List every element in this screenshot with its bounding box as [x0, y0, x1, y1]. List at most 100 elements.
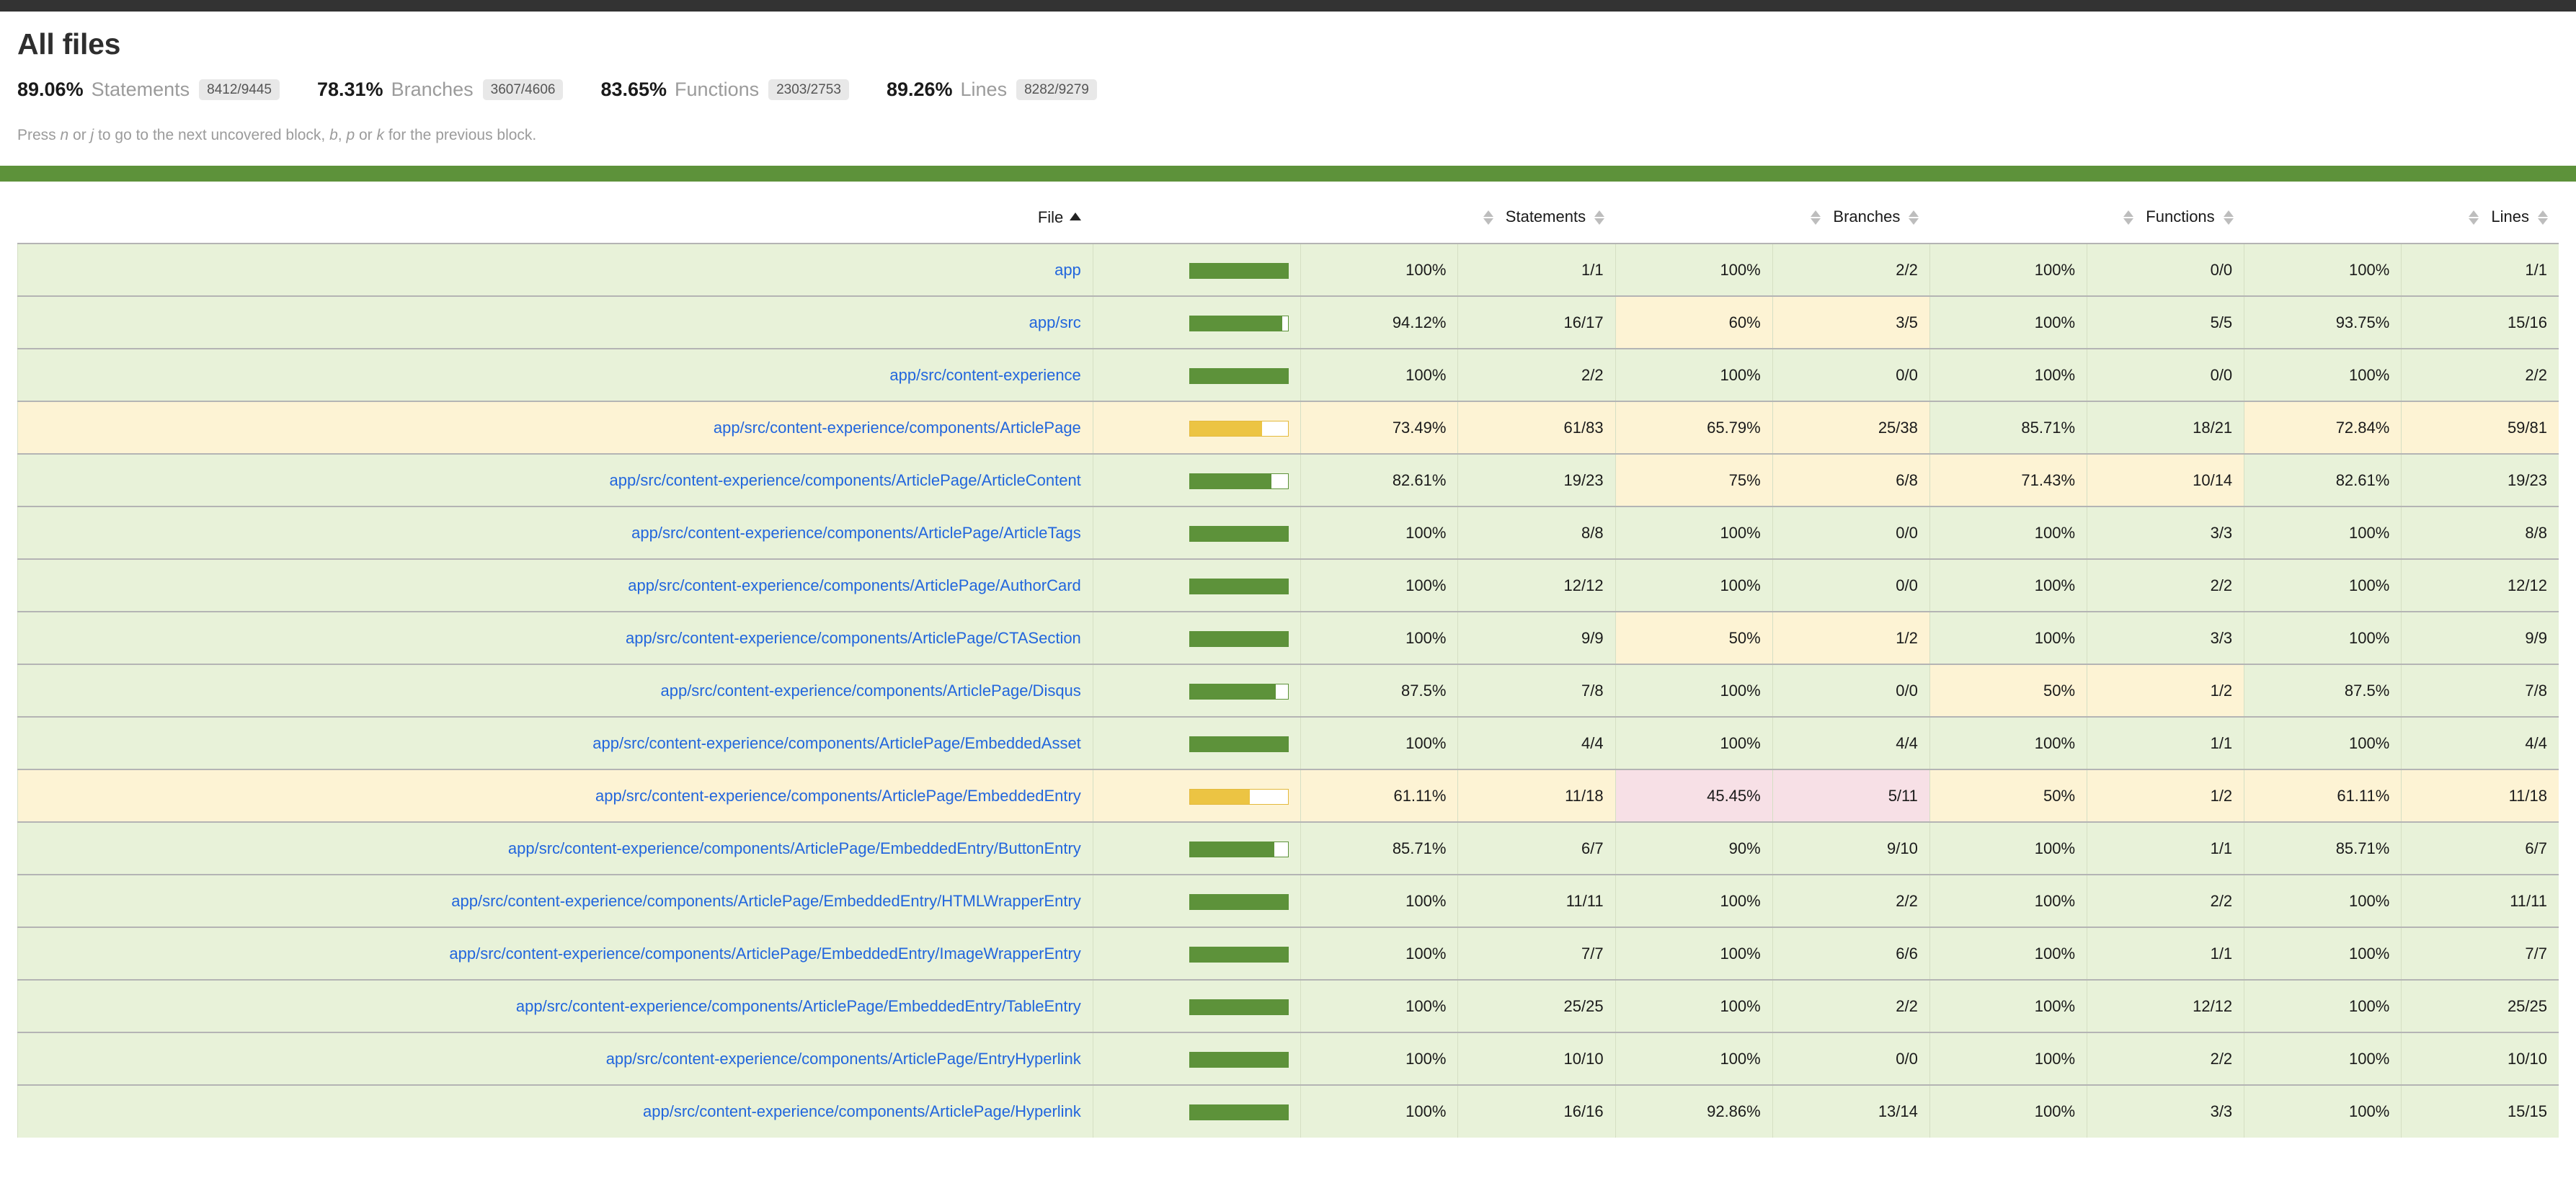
statements-percent-cell: 100%	[1300, 611, 1458, 665]
file-link[interactable]: app/src/content-experience/components/Ar…	[714, 419, 1081, 437]
lines-percent-cell: 87.5%	[2244, 664, 2402, 718]
file-link[interactable]: app/src/content-experience/components/Ar…	[451, 892, 1081, 910]
statements-absolute-cell: 19/23	[1457, 453, 1616, 507]
summary-item-lines: 89.26% Lines 8282/9279	[887, 79, 1097, 101]
table-row: app/src/content-experience/components/Ar…	[17, 453, 2559, 507]
coverage-bar-fill	[1190, 631, 1289, 646]
branches-percent-cell: 100%	[1615, 874, 1773, 928]
statements-percent-cell: 100%	[1300, 1084, 1458, 1138]
file-cell: app/src/content-experience/components/Ar…	[17, 664, 1093, 718]
functions-percent-cell: 100%	[1929, 506, 2087, 560]
column-header-file[interactable]: File	[18, 197, 1093, 244]
coverage-bar-track	[1189, 841, 1289, 857]
coverage-table: File Statements Branches Functions Lines…	[17, 197, 2559, 1138]
table-row: app/src/content-experience/components/Ar…	[17, 664, 2559, 718]
file-link[interactable]: app/src/content-experience/components/Ar…	[516, 997, 1081, 1015]
statements-absolute-cell: 12/12	[1457, 558, 1616, 612]
coverage-bar-track	[1189, 367, 1289, 384]
functions-percent-cell: 50%	[1929, 664, 2087, 718]
file-link[interactable]: app	[1054, 261, 1081, 279]
coverage-bar-track	[1189, 946, 1289, 963]
functions-absolute-cell: 0/0	[2087, 243, 2244, 297]
coverage-bar-track	[1189, 893, 1289, 910]
statements-percent-cell: 73.49%	[1300, 401, 1458, 455]
coverage-bar-track	[1189, 999, 1289, 1015]
lines-percent-cell: 100%	[2244, 611, 2402, 665]
sort-arrows-icon	[2123, 208, 2134, 227]
summary-label: Statements	[91, 79, 190, 100]
table-row: app 100% 1/1 100% 2/2 100% 0/0 100% 1/1	[17, 243, 2559, 297]
branches-percent-cell: 50%	[1615, 611, 1773, 665]
branches-percent-cell: 100%	[1615, 558, 1773, 612]
statements-percent-cell: 100%	[1300, 506, 1458, 560]
coverage-bar-cell	[1092, 243, 1301, 297]
coverage-bar-cell	[1092, 558, 1301, 612]
summary-percent: 83.65%	[600, 79, 667, 100]
functions-absolute-cell: 2/2	[2087, 1032, 2244, 1086]
top-bar	[0, 0, 2576, 12]
file-link[interactable]: app/src/content-experience	[889, 366, 1080, 384]
branches-percent-cell: 100%	[1615, 664, 1773, 718]
branches-percent-cell: 90%	[1615, 821, 1773, 875]
coverage-bar-cell	[1092, 1032, 1301, 1086]
file-link[interactable]: app/src/content-experience/components/Ar…	[449, 945, 1080, 963]
hint-or-1: or	[68, 127, 91, 143]
lines-absolute-cell: 59/81	[2401, 401, 2559, 455]
branches-percent-cell: 75%	[1615, 453, 1773, 507]
branches-absolute-cell: 6/8	[1772, 453, 1930, 507]
statements-absolute-cell: 11/11	[1457, 874, 1616, 928]
lines-percent-cell: 100%	[2244, 1084, 2402, 1138]
summary-label: Functions	[675, 79, 760, 100]
file-link[interactable]: app/src/content-experience/components/Ar…	[606, 1050, 1081, 1068]
coverage-bar-cell	[1092, 821, 1301, 875]
column-header-statements-label: Statements	[1505, 207, 1586, 226]
lines-percent-cell: 100%	[2244, 979, 2402, 1033]
summary-percent: 89.06%	[17, 79, 84, 100]
summary-percent: 78.31%	[316, 79, 383, 100]
coverage-summary: 89.06% Statements 8412/9445 78.31% Branches 3…	[17, 79, 2559, 101]
file-link[interactable]: app/src/content-experience/components/Ar…	[631, 524, 1081, 542]
lines-percent-cell: 100%	[2244, 506, 2402, 560]
coverage-table-body: app 100% 1/1 100% 2/2 100% 0/0 100% 1/1 app/src 94…	[17, 243, 2559, 1138]
file-cell: app/src/content-experience/components/Ar…	[17, 979, 1093, 1033]
statements-absolute-cell: 1/1	[1457, 243, 1616, 297]
column-header-functions[interactable]: Functions	[1929, 197, 2244, 244]
file-link[interactable]: app/src/content-experience/components/Ar…	[643, 1102, 1081, 1120]
file-link[interactable]: app/src/content-experience/components/Ar…	[628, 576, 1081, 594]
column-header-branches[interactable]: Branches	[1615, 197, 1929, 244]
functions-percent-cell: 85.71%	[1929, 401, 2087, 455]
coverage-bar-fill	[1190, 736, 1289, 751]
file-link[interactable]: app/src/content-experience/components/Ar…	[508, 839, 1081, 857]
file-link[interactable]: app/src	[1029, 313, 1081, 331]
branches-percent-cell: 100%	[1615, 716, 1773, 770]
hint-suffix: for the previous block.	[383, 127, 537, 143]
lines-percent-cell: 100%	[2244, 927, 2402, 981]
lines-percent-cell: 72.84%	[2244, 401, 2402, 455]
statements-absolute-cell: 7/7	[1457, 927, 1616, 981]
table-row: app/src/content-experience/components/Ar…	[17, 1032, 2559, 1086]
statements-percent-cell: 100%	[1300, 979, 1458, 1033]
lines-absolute-cell: 1/1	[2401, 243, 2559, 297]
file-cell: app/src/content-experience/components/Ar…	[17, 506, 1093, 560]
statements-percent-cell: 100%	[1300, 927, 1458, 981]
column-header-lines[interactable]: Lines	[2244, 197, 2559, 244]
file-link[interactable]: app/src/content-experience/components/Ar…	[626, 629, 1081, 647]
file-link[interactable]: app/src/content-experience/components/Ar…	[610, 471, 1081, 489]
branches-absolute-cell: 0/0	[1772, 664, 1930, 718]
column-header-statements[interactable]: Statements	[1301, 197, 1615, 244]
file-link[interactable]: app/src/content-experience/components/Ar…	[595, 787, 1081, 805]
file-link[interactable]: app/src/content-experience/components/Ar…	[592, 734, 1081, 752]
file-link[interactable]: app/src/content-experience/components/Ar…	[660, 682, 1080, 700]
statements-percent-cell: 87.5%	[1300, 664, 1458, 718]
table-row: app/src/content-experience/components/Ar…	[17, 558, 2559, 612]
file-cell: app/src/content-experience/components/Ar…	[17, 769, 1093, 823]
lines-percent-cell: 82.61%	[2244, 453, 2402, 507]
branches-absolute-cell: 4/4	[1772, 716, 1930, 770]
functions-absolute-cell: 1/2	[2087, 664, 2244, 718]
statements-absolute-cell: 4/4	[1457, 716, 1616, 770]
coverage-bar-fill	[1190, 263, 1289, 278]
coverage-bar-fill	[1190, 684, 1276, 699]
branches-percent-cell: 100%	[1615, 348, 1773, 402]
file-cell: app/src	[17, 295, 1093, 349]
table-row: app/src/content-experience/components/Ar…	[17, 716, 2559, 770]
